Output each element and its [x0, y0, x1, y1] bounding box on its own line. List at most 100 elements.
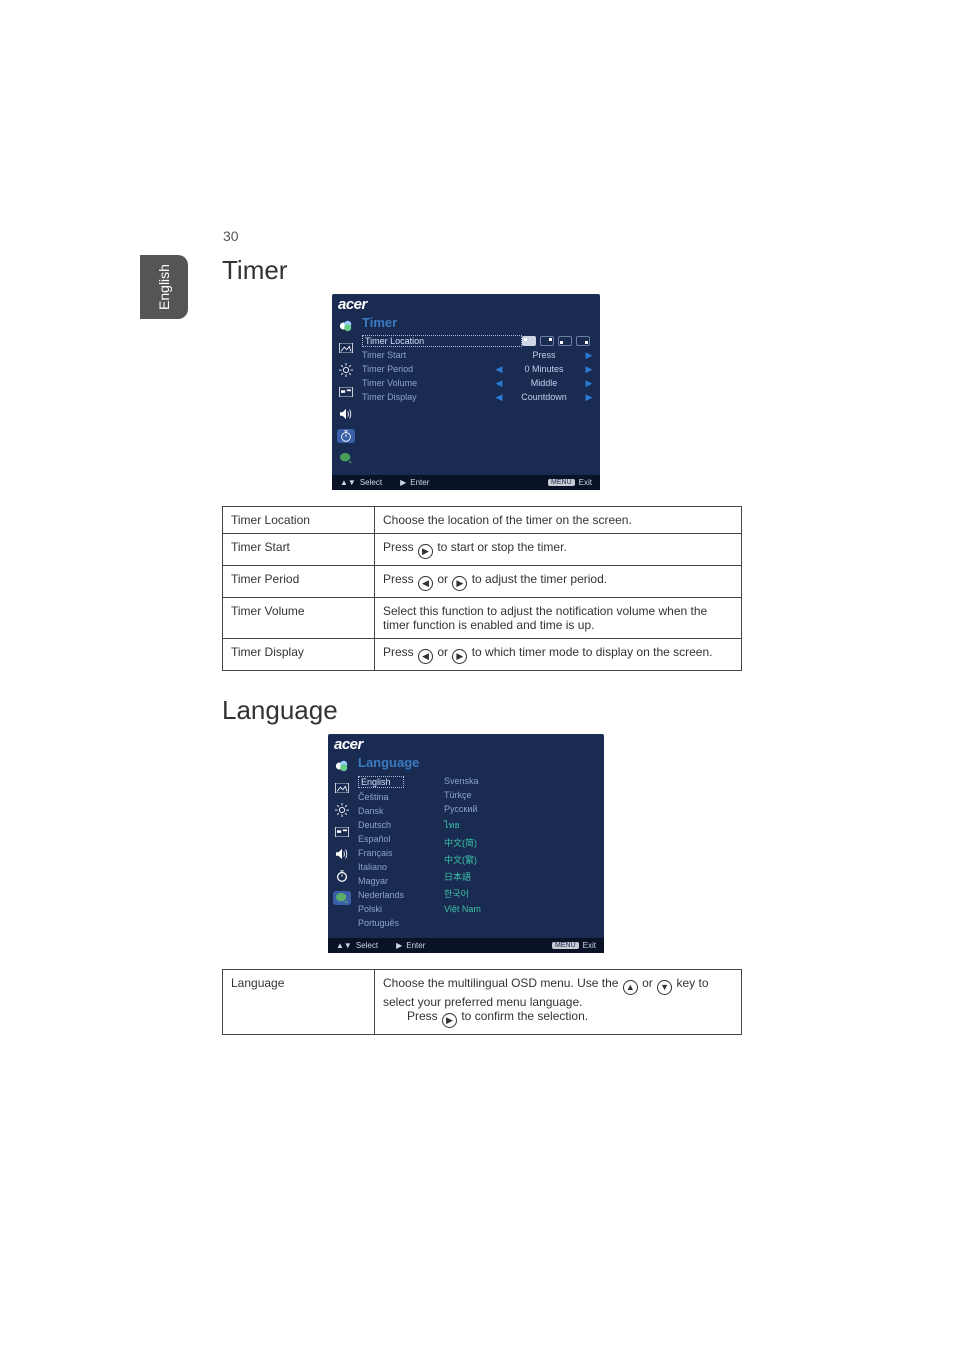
setting-desc: Select this function to adjust the notif…	[375, 598, 742, 639]
language-icon[interactable]	[333, 891, 351, 905]
color-icon[interactable]	[337, 319, 355, 333]
right-arrow-icon: ▶	[400, 478, 406, 487]
screen-pos-icon	[540, 336, 554, 346]
color-icon[interactable]	[333, 759, 351, 773]
setting-icon[interactable]	[333, 825, 351, 839]
audio-icon[interactable]	[337, 407, 355, 421]
lang-item[interactable]: Dansk	[358, 806, 404, 816]
image-icon[interactable]	[337, 341, 355, 355]
lang-item[interactable]: Deutsch	[358, 820, 404, 830]
timer-location-value-icons	[522, 336, 590, 346]
language-side-tab: English	[140, 255, 188, 319]
up-arrow-icon: ▲	[623, 980, 638, 995]
osd-row-timer-period[interactable]: Timer Period ◀ 0 Minutes ▶	[362, 362, 594, 376]
language-icon[interactable]	[337, 451, 355, 465]
osd-row-value: Press	[504, 350, 584, 360]
setting-key: Timer Period	[223, 566, 375, 598]
menu-badge: MENU	[552, 942, 579, 949]
language-settings-table: Language Choose the multilingual OSD men…	[222, 969, 742, 1035]
left-arrow-icon: ◀	[494, 364, 504, 375]
timer-osd-panel: acer Timer Timer Location	[332, 294, 600, 490]
osd-row-timer-start[interactable]: Timer Start Press ▶	[362, 348, 594, 362]
osd-brand: acer	[332, 294, 600, 313]
lang-item[interactable]: Русский	[444, 804, 481, 814]
osd-row-value: Countdown	[504, 392, 584, 402]
lang-item[interactable]: 中文(简)	[444, 836, 481, 849]
desc-text: to which timer mode to display on the sc…	[468, 645, 712, 659]
desc-text: Press	[383, 572, 417, 586]
lang-item[interactable]: 中文(繁)	[444, 853, 481, 866]
right-arrow-icon: ▶	[584, 350, 594, 361]
osd-row-label: Timer Volume	[362, 378, 494, 388]
left-arrow-icon: ◀	[418, 576, 433, 591]
audio-icon[interactable]	[333, 847, 351, 861]
management-icon[interactable]	[337, 363, 355, 377]
management-icon[interactable]	[333, 803, 351, 817]
screen-pos-icon	[522, 336, 536, 346]
footer-exit-label: Exit	[579, 478, 592, 487]
table-row: Timer Location Choose the location of th…	[223, 507, 742, 534]
up-down-arrow-icon: ▲▼	[336, 941, 352, 950]
footer-enter-label: Enter	[410, 478, 429, 487]
setting-desc: Press ◀ or ▶ to which timer mode to disp…	[375, 639, 742, 671]
setting-key: Language	[223, 970, 375, 1035]
footer-select-label: Select	[356, 941, 378, 950]
lang-item[interactable]: ไทย	[444, 818, 481, 832]
lang-item[interactable]: Polski	[358, 904, 404, 914]
lang-item[interactable]: Español	[358, 834, 404, 844]
osd-row-label: Timer Location	[362, 335, 522, 347]
lang-item[interactable]: 日本語	[444, 870, 481, 883]
timer-icon[interactable]	[333, 869, 351, 883]
lang-item[interactable]: Português	[358, 918, 404, 928]
lang-item[interactable]: 한국어	[444, 887, 481, 900]
osd-row-value: Middle	[504, 378, 584, 388]
desc-text: or	[434, 572, 451, 586]
screen-pos-icon	[558, 336, 572, 346]
osd-brand: acer	[328, 734, 604, 753]
timer-icon[interactable]	[337, 429, 355, 443]
osd-row-label: Timer Display	[362, 392, 494, 402]
desc-text: Choose the multilingual OSD menu. Use th…	[383, 976, 622, 990]
left-arrow-icon: ◀	[418, 649, 433, 664]
osd-row-value: 0 Minutes	[504, 364, 584, 374]
desc-text: Press	[383, 540, 417, 554]
footer-exit-label: Exit	[583, 941, 596, 950]
lang-item[interactable]: Italiano	[358, 862, 404, 872]
lang-item[interactable]: Svenska	[444, 776, 481, 786]
right-arrow-icon: ▶	[584, 392, 594, 403]
osd-row-label: Timer Period	[362, 364, 494, 374]
osd-row-timer-display[interactable]: Timer Display ◀ Countdown ▶	[362, 390, 594, 404]
lang-item[interactable]: Čeština	[358, 792, 404, 802]
osd-title: Language	[358, 753, 598, 774]
setting-desc: Choose the multilingual OSD menu. Use th…	[375, 970, 742, 1035]
table-row: Language Choose the multilingual OSD men…	[223, 970, 742, 1035]
up-down-arrow-icon: ▲▼	[340, 478, 356, 487]
screen-pos-icon	[576, 336, 590, 346]
timer-settings-table: Timer Location Choose the location of th…	[222, 506, 742, 671]
lang-item[interactable]: Türkçe	[444, 790, 481, 800]
lang-item[interactable]: Việt Nam	[444, 904, 481, 914]
table-row: Timer Period Press ◀ or ▶ to adjust the …	[223, 566, 742, 598]
footer-select-label: Select	[360, 478, 382, 487]
language-col-2: Svenska Türkçe Русский ไทย 中文(简) 中文(繁) 日…	[444, 776, 481, 928]
lang-item[interactable]: Magyar	[358, 876, 404, 886]
osd-row-timer-location[interactable]: Timer Location	[362, 334, 594, 348]
timer-heading: Timer	[222, 255, 742, 286]
setting-icon[interactable]	[337, 385, 355, 399]
setting-key: Timer Location	[223, 507, 375, 534]
setting-key: Timer Start	[223, 534, 375, 566]
right-arrow-icon: ▶	[396, 941, 402, 950]
osd-sidebar-icons	[332, 313, 360, 475]
page-number: 30	[223, 228, 239, 244]
image-icon[interactable]	[333, 781, 351, 795]
right-arrow-icon: ▶	[442, 1013, 457, 1028]
osd-row-label: Timer Start	[362, 350, 504, 360]
lang-item[interactable]: Français	[358, 848, 404, 858]
lang-item[interactable]: English	[358, 776, 404, 788]
lang-item[interactable]: Nederlands	[358, 890, 404, 900]
osd-footer: ▲▼Select ▶Enter MENUExit	[332, 475, 600, 490]
table-row: Timer Volume Select this function to adj…	[223, 598, 742, 639]
desc-text: or	[434, 645, 451, 659]
osd-row-timer-volume[interactable]: Timer Volume ◀ Middle ▶	[362, 376, 594, 390]
osd-footer: ▲▼Select ▶Enter MENUExit	[328, 938, 604, 953]
